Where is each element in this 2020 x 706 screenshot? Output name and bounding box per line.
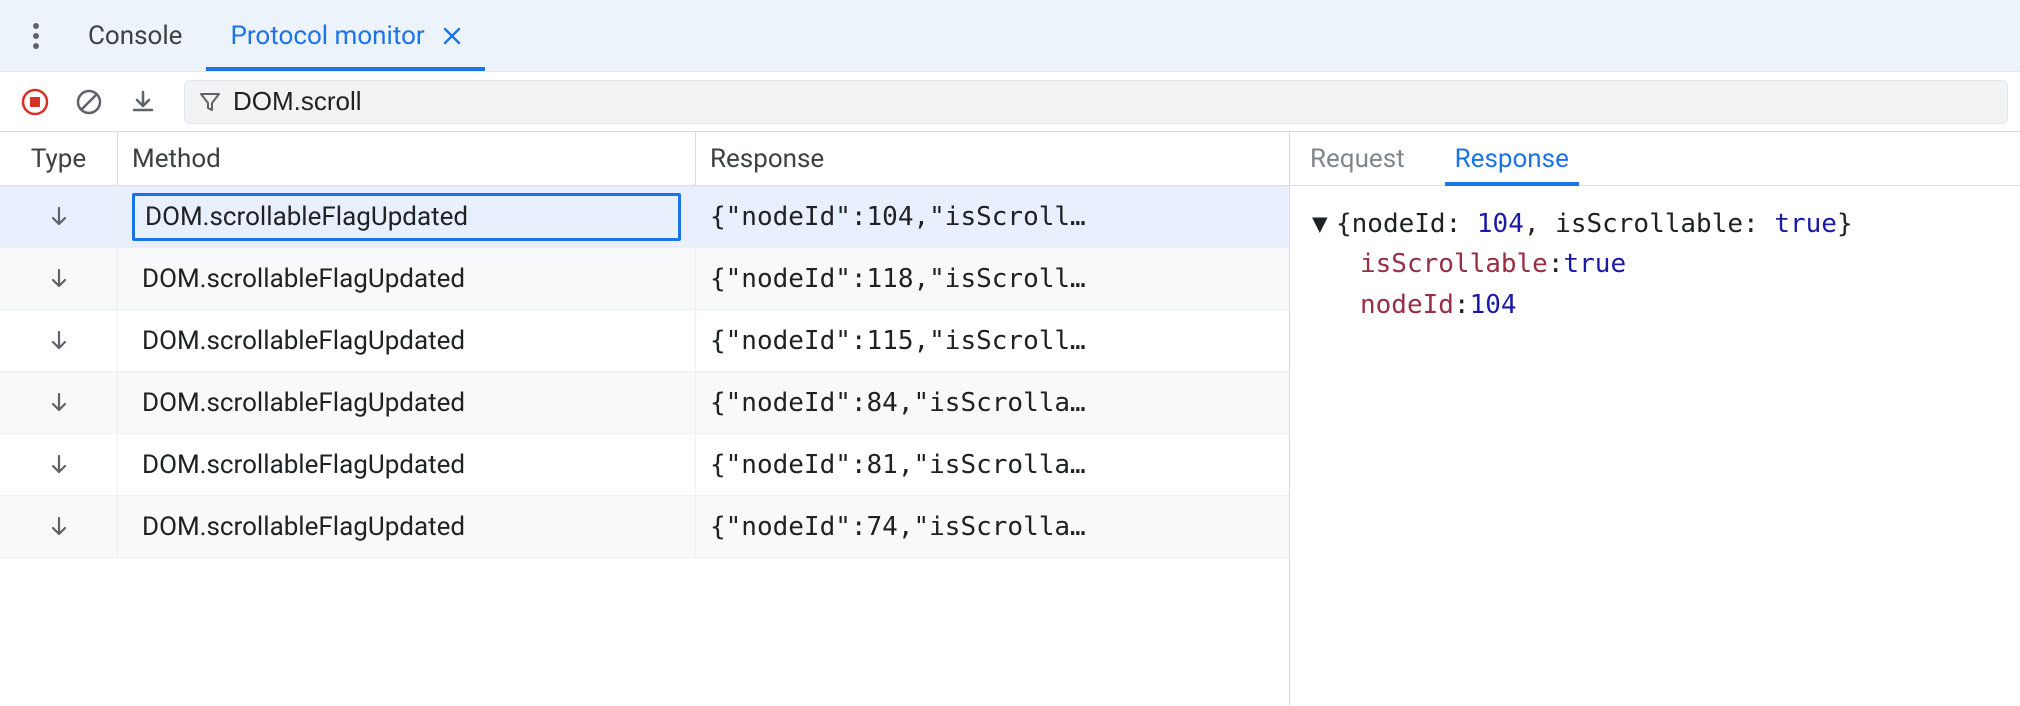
close-icon[interactable] bbox=[443, 27, 461, 45]
type-cell bbox=[0, 310, 118, 371]
table-row[interactable]: DOM.scrollableFlagUpdated{"nodeId":115,"… bbox=[0, 310, 1289, 372]
column-header-response[interactable]: Response bbox=[696, 132, 1289, 185]
property-value: true bbox=[1564, 244, 1627, 284]
response-cell: {"nodeId":81,"isScrolla… bbox=[696, 434, 1289, 495]
tab-request[interactable]: Request bbox=[1300, 132, 1415, 185]
caret-down-icon[interactable]: ▼ bbox=[1312, 204, 1336, 244]
message-table: Type Method Response DOM.scrollableFlagU… bbox=[0, 132, 1290, 706]
record-button[interactable] bbox=[12, 79, 58, 125]
toolbar bbox=[0, 72, 2020, 132]
arrow-down-icon bbox=[50, 516, 68, 538]
object-properties: isScrollable: truenodeId: 104 bbox=[1312, 244, 1998, 325]
tab-label: Protocol monitor bbox=[230, 21, 424, 51]
tab-bar: Console Protocol monitor bbox=[0, 0, 2020, 72]
details-pane: Request Response ▼ {nodeId: 104, isScrol… bbox=[1290, 132, 2020, 706]
type-cell bbox=[0, 372, 118, 433]
response-cell: {"nodeId":104,"isScroll… bbox=[696, 186, 1289, 247]
column-header-type[interactable]: Type bbox=[0, 132, 118, 185]
table-row[interactable]: DOM.scrollableFlagUpdated{"nodeId":84,"i… bbox=[0, 372, 1289, 434]
method-cell: DOM.scrollableFlagUpdated bbox=[118, 186, 696, 247]
content-split: Type Method Response DOM.scrollableFlagU… bbox=[0, 132, 2020, 706]
response-cell: {"nodeId":115,"isScroll… bbox=[696, 310, 1289, 371]
type-cell bbox=[0, 496, 118, 557]
arrow-down-icon bbox=[50, 330, 68, 352]
method-cell: DOM.scrollableFlagUpdated bbox=[118, 372, 696, 433]
table-header: Type Method Response bbox=[0, 132, 1289, 186]
type-cell bbox=[0, 248, 118, 309]
clear-button[interactable] bbox=[66, 79, 112, 125]
table-row[interactable]: DOM.scrollableFlagUpdated{"nodeId":118,"… bbox=[0, 248, 1289, 310]
details-tabs: Request Response bbox=[1290, 132, 2020, 186]
tab-response[interactable]: Response bbox=[1445, 132, 1579, 185]
column-header-method[interactable]: Method bbox=[118, 132, 696, 185]
table-body: DOM.scrollableFlagUpdated{"nodeId":104,"… bbox=[0, 186, 1289, 706]
details-body: ▼ {nodeId: 104, isScrollable: true} isSc… bbox=[1290, 186, 2020, 343]
type-cell bbox=[0, 434, 118, 495]
table-row[interactable]: DOM.scrollableFlagUpdated{"nodeId":104,"… bbox=[0, 186, 1289, 248]
kebab-menu-button[interactable] bbox=[8, 0, 64, 71]
method-cell: DOM.scrollableFlagUpdated bbox=[118, 248, 696, 309]
arrow-down-icon bbox=[50, 268, 68, 290]
download-icon bbox=[130, 89, 156, 115]
property-key: isScrollable bbox=[1360, 244, 1548, 284]
table-row[interactable]: DOM.scrollableFlagUpdated{"nodeId":81,"i… bbox=[0, 434, 1289, 496]
tab-label: Response bbox=[1455, 144, 1569, 174]
response-cell: {"nodeId":118,"isScroll… bbox=[696, 248, 1289, 309]
arrow-down-icon bbox=[50, 454, 68, 476]
save-button[interactable] bbox=[120, 79, 166, 125]
property-row[interactable]: nodeId: 104 bbox=[1360, 285, 1998, 325]
arrow-down-icon bbox=[50, 206, 68, 228]
property-key: nodeId bbox=[1360, 285, 1454, 325]
response-cell: {"nodeId":74,"isScrolla… bbox=[696, 496, 1289, 557]
method-cell: DOM.scrollableFlagUpdated bbox=[118, 496, 696, 557]
tab-label: Console bbox=[88, 21, 182, 51]
type-cell bbox=[0, 186, 118, 247]
tab-label: Request bbox=[1310, 144, 1405, 174]
method-cell: DOM.scrollableFlagUpdated bbox=[118, 310, 696, 371]
filter-icon bbox=[199, 91, 221, 113]
object-summary[interactable]: ▼ {nodeId: 104, isScrollable: true} bbox=[1312, 204, 1998, 244]
property-row[interactable]: isScrollable: true bbox=[1360, 244, 1998, 284]
property-value: 104 bbox=[1470, 285, 1517, 325]
filter-input[interactable] bbox=[233, 86, 1993, 117]
record-icon bbox=[21, 88, 49, 116]
tab-console[interactable]: Console bbox=[64, 0, 206, 71]
tab-protocol-monitor[interactable]: Protocol monitor bbox=[206, 0, 484, 71]
clear-icon bbox=[75, 88, 103, 116]
response-cell: {"nodeId":84,"isScrolla… bbox=[696, 372, 1289, 433]
table-row[interactable]: DOM.scrollableFlagUpdated{"nodeId":74,"i… bbox=[0, 496, 1289, 558]
more-vertical-icon bbox=[33, 23, 39, 49]
arrow-down-icon bbox=[50, 392, 68, 414]
filter-field[interactable] bbox=[184, 80, 2008, 124]
method-cell: DOM.scrollableFlagUpdated bbox=[118, 434, 696, 495]
